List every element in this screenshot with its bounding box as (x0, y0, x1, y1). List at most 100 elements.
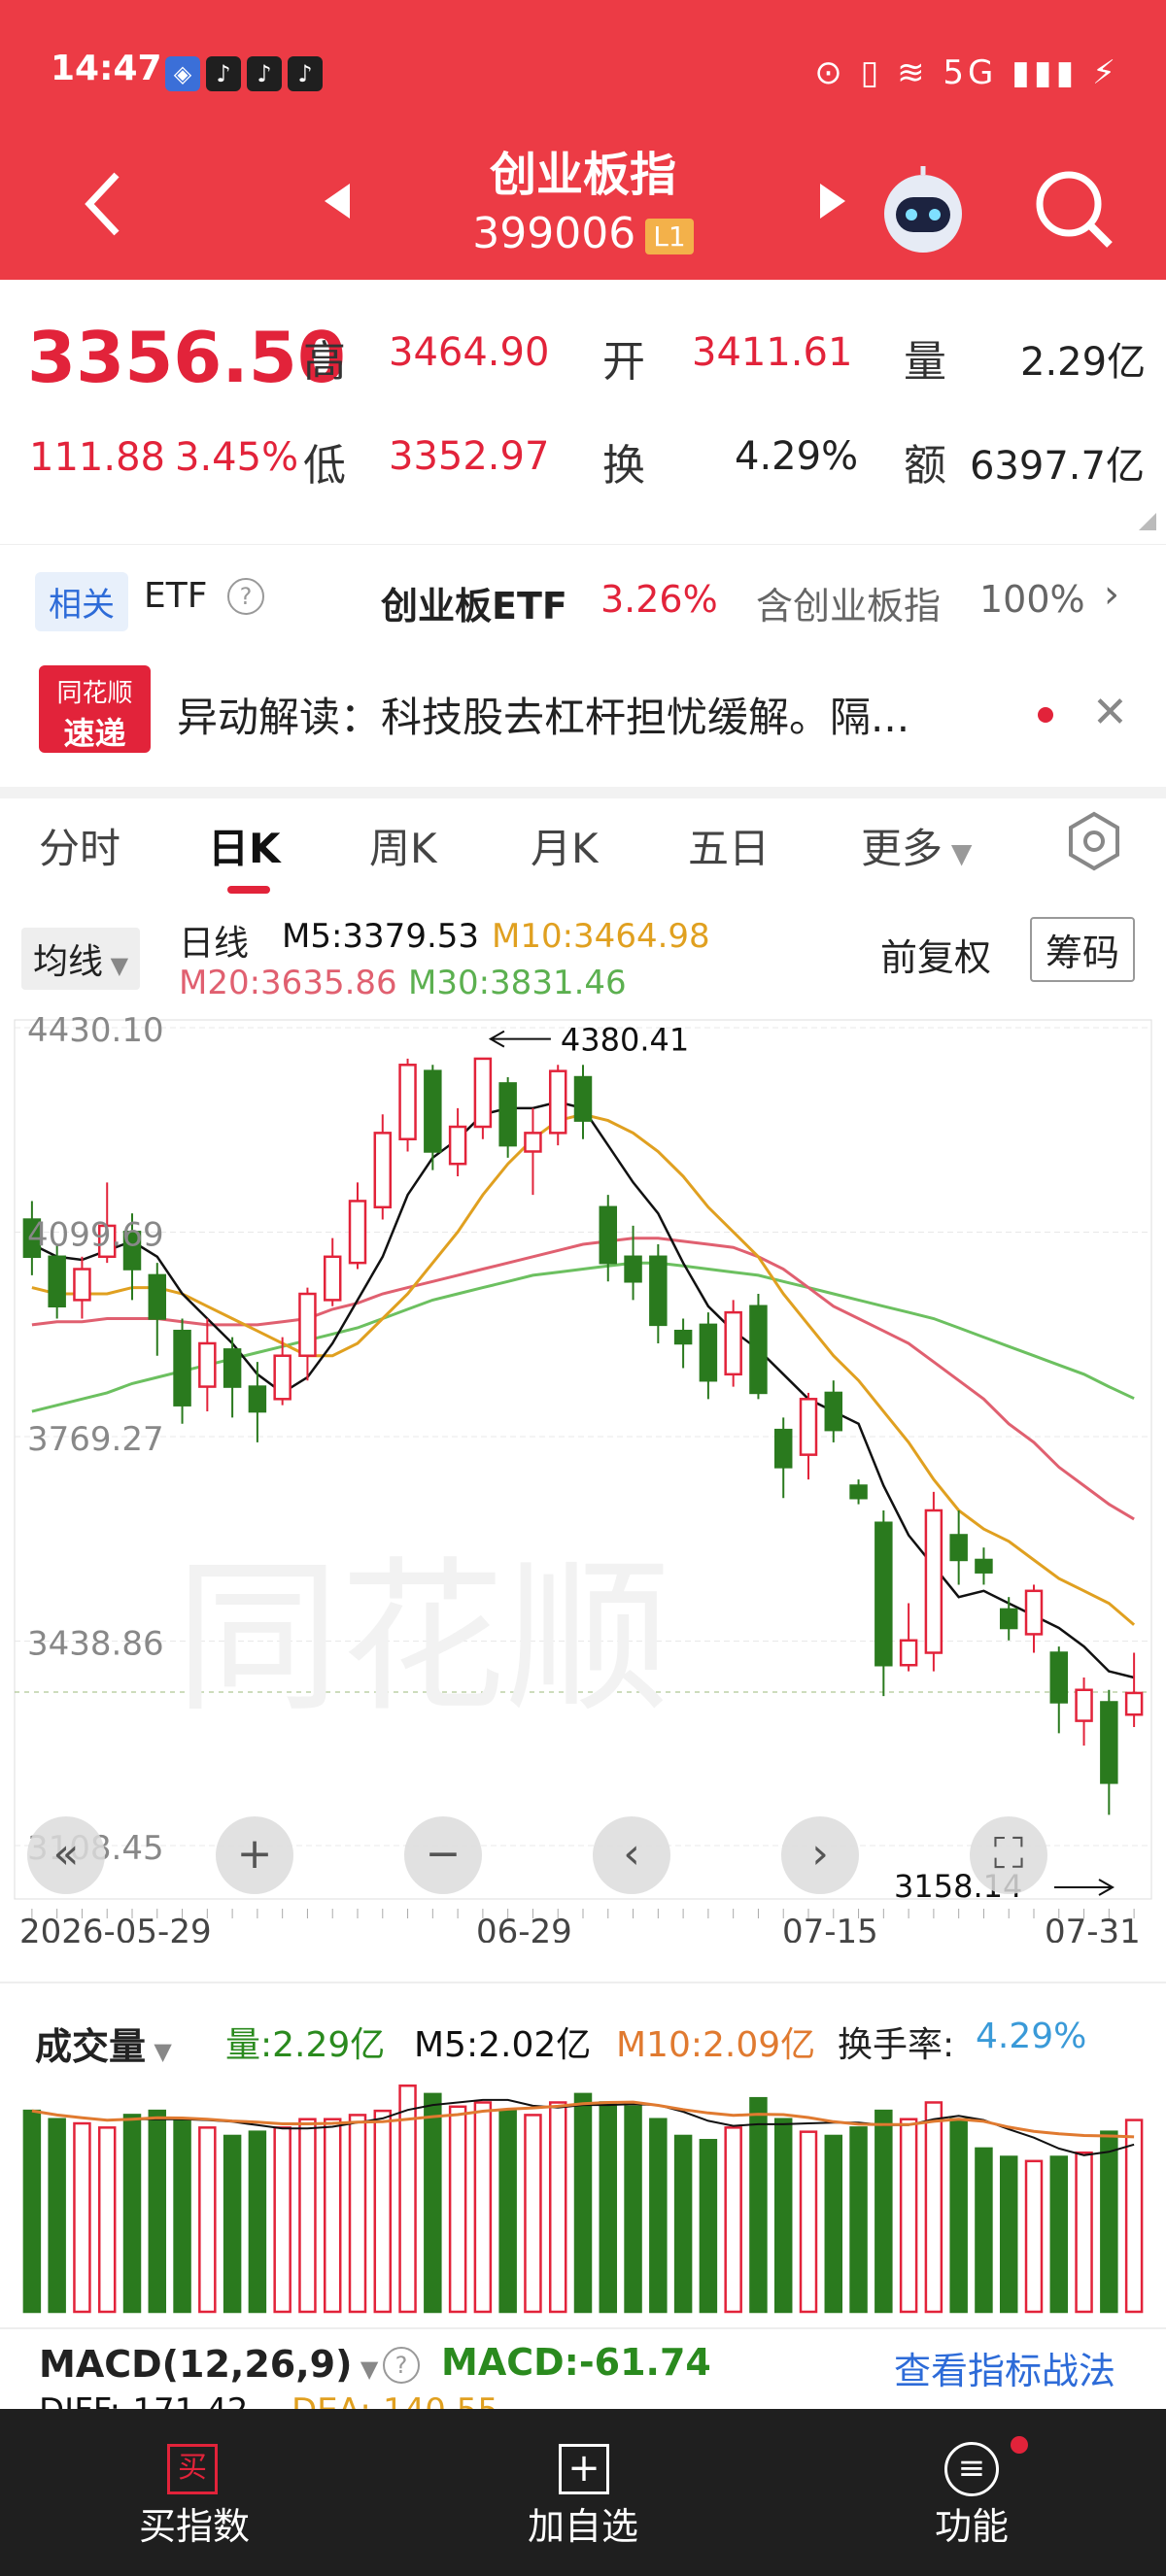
candle-body (975, 1558, 993, 1574)
chevron-right-icon: › (1104, 572, 1119, 617)
candle-body (1024, 1589, 1044, 1636)
candle-body (424, 1069, 442, 1153)
tab-weekly-k[interactable]: 周K (369, 816, 437, 875)
scroll-left-button[interactable]: ‹ (593, 1816, 670, 1894)
tab-five-day[interactable]: 五日 (688, 816, 770, 875)
zoom-out-button[interactable]: − (404, 1816, 482, 1894)
ma-selector-label: 均线 (33, 942, 104, 982)
related-etf-row[interactable]: 相关 ETF ? 创业板ETF 3.26% 含创业板指 100% › (0, 544, 1166, 652)
volume-bar (824, 2134, 843, 2314)
high-annotation: 4380.41 (561, 1022, 689, 1059)
volume-bar (548, 2101, 567, 2314)
unread-dot (1038, 707, 1053, 723)
volume-bar (573, 2092, 593, 2314)
scroll-right-button[interactable]: › (781, 1816, 859, 1894)
triangle-right-icon (820, 184, 845, 219)
open-label: 开 (602, 337, 645, 387)
logo-bottom-text: 速递 (63, 715, 126, 752)
help-icon[interactable]: ? (227, 578, 264, 615)
volume-bar (773, 2118, 793, 2314)
etf-label: ETF (144, 576, 208, 616)
chart-frame (14, 1019, 1152, 1900)
news-headline[interactable]: 异动解读：科技股去杠杆担忧缓解。隔... (177, 685, 909, 744)
status-icons: ⊙ ▯ ≋ 5G ▮▮▮ ⚡ (814, 53, 1119, 92)
related-tag: 相关 (35, 572, 128, 631)
chevron-down-icon: ▼ (943, 837, 973, 869)
ma-selector[interactable]: 均线 ▼ (21, 928, 141, 990)
candle-body (924, 1508, 943, 1654)
volume-bar (198, 2126, 217, 2314)
volume-bar (599, 2101, 618, 2314)
add-icon: + (559, 2444, 609, 2494)
functions-button[interactable]: 功能 (855, 2496, 1088, 2550)
tab-monthly-k[interactable]: 月K (531, 816, 599, 875)
macd-selector[interactable]: MACD(12,26,9) ▼ (39, 2343, 378, 2386)
app-header: 14:47 ◈ ♪ ♪ ♪ ⊙ ▯ ≋ 5G ▮▮▮ ⚡ 创业板指 399006… (0, 0, 1166, 280)
volume-bar (424, 2092, 442, 2314)
volume-bar (975, 2147, 993, 2314)
candle-body (999, 1608, 1018, 1630)
chart-settings-button[interactable] (1063, 810, 1125, 876)
candle-body (649, 1255, 668, 1327)
tiktok-app-icon: ♪ (288, 56, 323, 91)
help-icon[interactable]: ? (383, 2347, 420, 2384)
candle-body (173, 1329, 191, 1407)
ma20-line (31, 1237, 1135, 1521)
x-tick-label: 07-31 (1045, 1913, 1141, 1943)
candle-body (198, 1341, 217, 1388)
indicator-strategy-link[interactable]: 查看指标战法 (894, 2341, 1115, 2394)
candle-body (323, 1255, 342, 1302)
candle-body (448, 1125, 467, 1166)
volume-bar (122, 2114, 142, 2314)
scroll-left-fast-button[interactable]: « (27, 1816, 105, 1894)
candle-body (599, 1205, 618, 1265)
volume-bar (724, 2126, 742, 2314)
volume-bar (849, 2126, 868, 2314)
ma-period: 日线 (179, 924, 250, 964)
index-code-row: 399006 L1 (0, 209, 1166, 258)
price-change-pct: 3.45% (175, 435, 299, 480)
double-chevron-left-icon: « (52, 1829, 80, 1879)
turnover-label: 换 (602, 441, 645, 491)
volume-bar (1100, 2130, 1118, 2314)
adjust-mode[interactable]: 前复权 (880, 928, 991, 981)
fullscreen-icon: ⛶ (993, 1829, 1024, 1879)
watermark-logo: 同花顺 (175, 1542, 670, 1735)
high-label: 高 (303, 337, 346, 387)
candlestick-chart[interactable]: 同花顺 4430.104099.693769.273438.863108.45 … (0, 991, 1166, 1943)
zoom-in-button[interactable]: + (216, 1816, 293, 1894)
tiktok-app-icon: ♪ (247, 56, 282, 91)
candle-body (1124, 1691, 1144, 1716)
next-stock-button[interactable] (814, 180, 849, 226)
volume-bar (348, 2114, 367, 2314)
search-button[interactable] (1030, 165, 1117, 253)
tab-intraday[interactable]: 分时 (39, 816, 120, 875)
tab-daily-k[interactable]: 日K (208, 816, 281, 875)
expand-corner-icon[interactable] (1139, 513, 1156, 530)
buy-index-button[interactable]: 买指数 (78, 2496, 311, 2550)
candle-body (624, 1255, 642, 1283)
active-tab-indicator (227, 886, 270, 894)
etf-name: 创业板ETF (381, 585, 567, 627)
turnover-rate-value: 4.29% (976, 2017, 1087, 2056)
fullscreen-button[interactable]: ⛶ (970, 1816, 1047, 1894)
tab-more[interactable]: 更多 ▼ (861, 816, 972, 875)
close-news-button[interactable]: ✕ (1092, 688, 1128, 737)
index-title: 创业板指 (489, 148, 676, 202)
chips-button[interactable]: 筹码 (1030, 917, 1136, 982)
volume-bar (924, 2101, 943, 2314)
candle-body (473, 1057, 493, 1129)
add-watchlist-button[interactable]: 加自选 (466, 2496, 700, 2550)
robot-assistant-button[interactable] (874, 160, 972, 257)
candle-body (749, 1305, 768, 1395)
volume-bar (248, 2130, 267, 2314)
search-icon (1036, 171, 1113, 248)
candle-body (148, 1273, 167, 1320)
low-label: 低 (303, 441, 346, 491)
logo-top-text: 同花顺 (56, 679, 133, 708)
volume-bar (749, 2096, 768, 2314)
ths-express-logo: 同花顺 速递 (39, 665, 151, 753)
close-icon: ✕ (1092, 688, 1128, 737)
buy-icon: 买 (167, 2444, 218, 2494)
candle-body (849, 1484, 868, 1500)
